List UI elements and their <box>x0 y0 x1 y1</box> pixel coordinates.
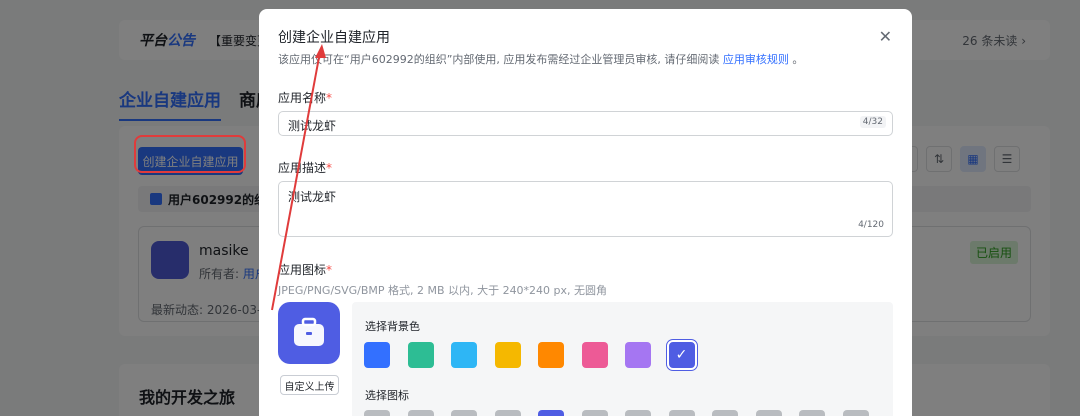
color-swatch-selected[interactable]: ✓ <box>666 340 697 370</box>
color-swatches: ✓ <box>364 340 697 370</box>
icon-option[interactable] <box>842 410 869 416</box>
app-description-textarea[interactable]: 测试龙虾 4/120 <box>278 181 893 237</box>
check-icon: ✓ <box>675 347 688 363</box>
icon-option[interactable] <box>625 410 651 416</box>
desc-char-count: 4/120 <box>858 220 884 230</box>
app-name-input[interactable]: 测试龙虾 4/32 <box>278 111 893 136</box>
description-text: 该应用仅可在“用户602992的组织”内部使用, 应用发布需经过企业管理员审核,… <box>278 53 720 66</box>
color-swatch[interactable] <box>407 342 434 368</box>
icon-format-hint: JPEG/PNG/SVG/BMP 格式, 2 MB 以内, 大于 240*240… <box>278 284 608 297</box>
modal-description: 该应用仅可在“用户602992的组织”内部使用, 应用发布需经过企业管理员审核,… <box>278 51 803 67</box>
required-mark: * <box>326 91 333 105</box>
desc-label-text: 应用描述 <box>278 161 327 175</box>
icon-option[interactable] <box>799 410 825 416</box>
icon-option-selected[interactable] <box>538 410 564 416</box>
color-swatch[interactable] <box>538 342 564 368</box>
icon-label: 应用图标* <box>278 261 332 278</box>
app-description-value: 测试龙虾 <box>288 190 337 204</box>
icon-option[interactable] <box>364 410 390 416</box>
modal-title: 创建企业自建应用 <box>278 30 390 46</box>
custom-upload-button[interactable]: 自定义上传 <box>280 375 339 395</box>
required-mark: * <box>326 263 333 277</box>
color-swatch[interactable] <box>451 342 477 368</box>
app-icon-preview <box>278 302 340 364</box>
icon-label-text: 应用图标 <box>278 263 327 277</box>
review-rules-link[interactable]: 应用审核规则 <box>723 53 789 66</box>
create-app-modal: 创建企业自建应用 ✕ 该应用仅可在“用户602992的组织”内部使用, 应用发布… <box>259 9 912 416</box>
color-swatch[interactable] <box>625 342 651 368</box>
icon-option[interactable] <box>712 410 738 416</box>
required-mark: * <box>326 161 333 175</box>
icon-option[interactable] <box>668 410 695 416</box>
icon-option[interactable] <box>451 410 477 416</box>
icon-pick-label: 选择图标 <box>365 389 409 402</box>
icon-option[interactable] <box>755 410 782 416</box>
briefcase-icon <box>294 317 324 346</box>
close-icon[interactable]: ✕ <box>879 27 892 46</box>
color-swatch[interactable] <box>494 342 521 368</box>
icon-options <box>364 410 869 416</box>
color-swatch[interactable] <box>581 342 608 368</box>
name-label-text: 应用名称 <box>278 91 327 105</box>
bg-color-label: 选择背景色 <box>365 320 420 333</box>
desc-label: 应用描述* <box>278 159 332 176</box>
name-label: 应用名称* <box>278 89 332 106</box>
name-char-count: 4/32 <box>859 116 886 128</box>
icon-option[interactable] <box>494 410 521 416</box>
color-swatch[interactable] <box>364 342 390 368</box>
icon-option[interactable] <box>407 410 434 416</box>
description-end: 。 <box>792 53 804 66</box>
icon-picker: 选择背景色 ✓ 选择图标 <box>352 302 893 416</box>
app-name-value: 测试龙虾 <box>288 119 337 133</box>
highlight-box <box>134 135 246 173</box>
icon-option[interactable] <box>581 410 608 416</box>
